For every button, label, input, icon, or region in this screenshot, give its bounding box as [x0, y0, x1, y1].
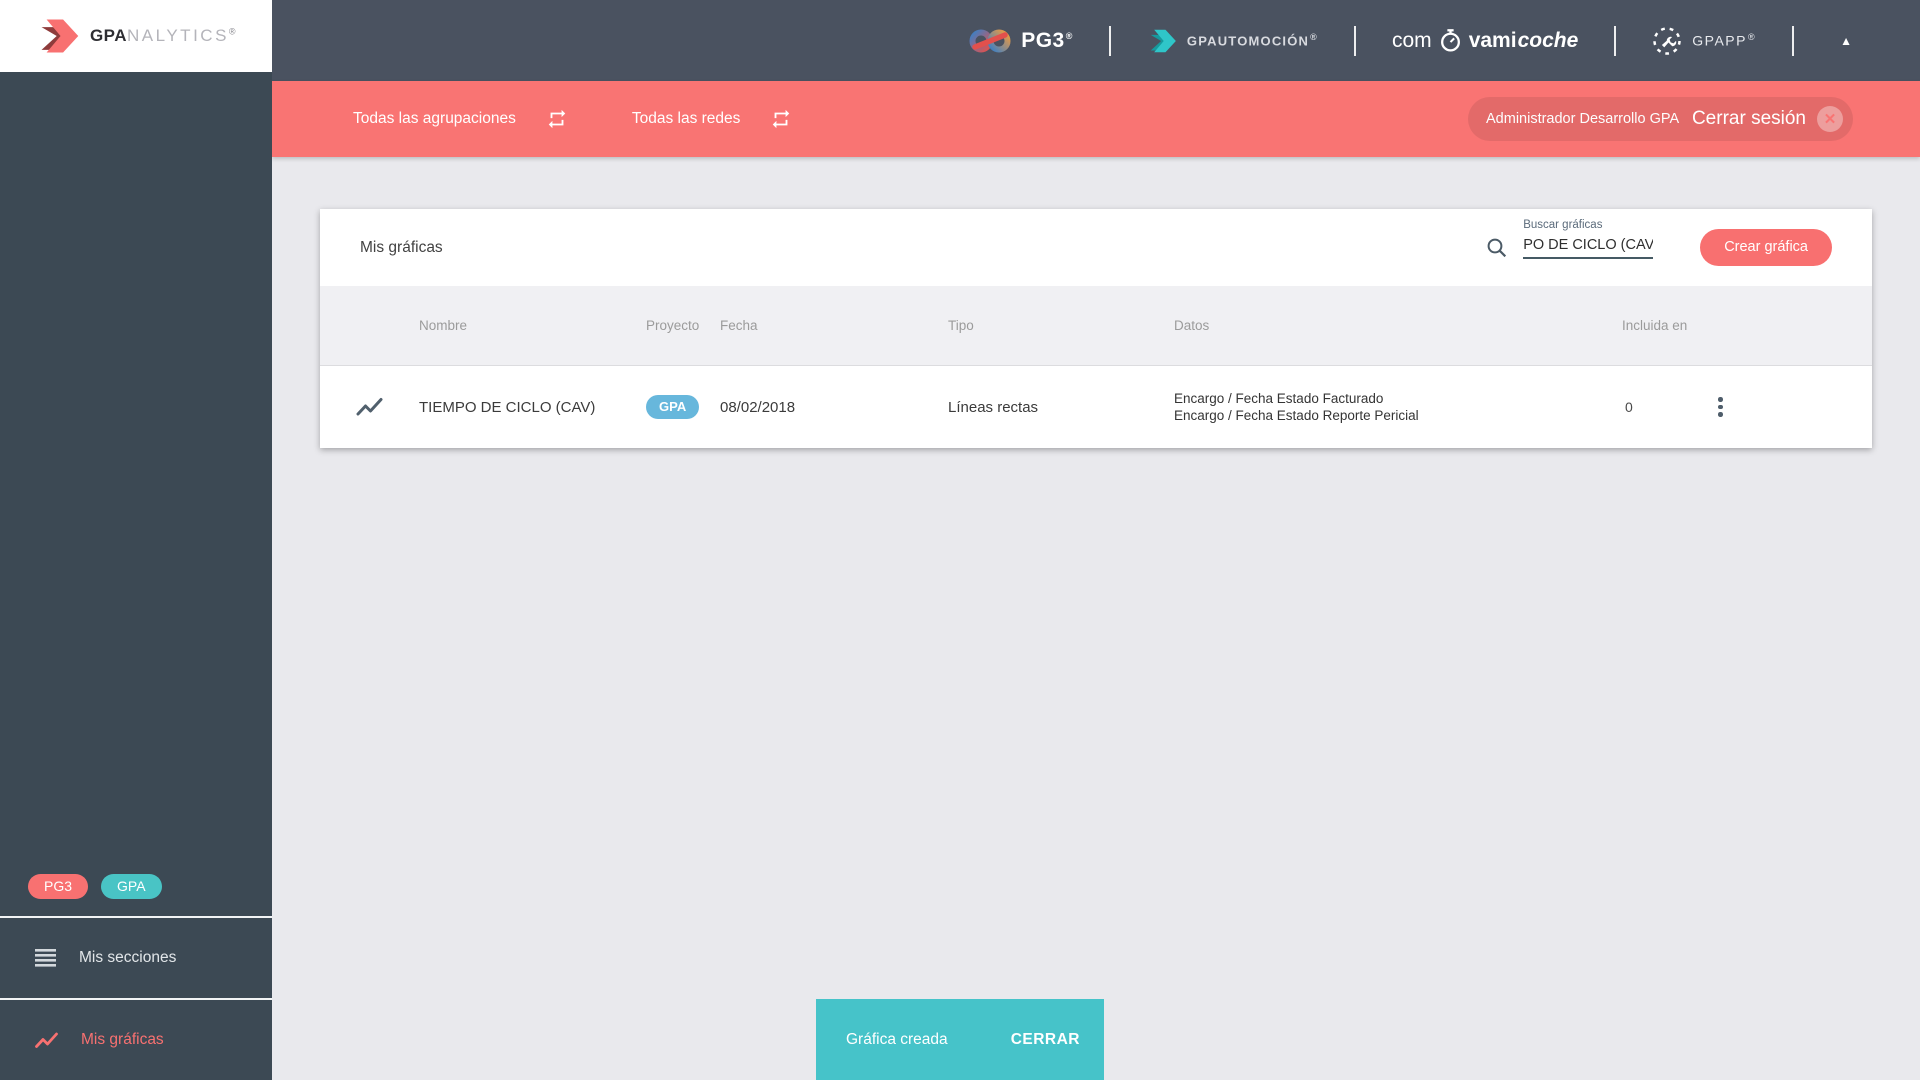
- gpanalytics-arrow-icon: [36, 17, 80, 55]
- comprovamicoche-italic: coche: [1517, 28, 1579, 52]
- collapse-header-button[interactable]: ▲: [1830, 28, 1862, 54]
- brand-gpapp[interactable]: GPAPP®: [1652, 26, 1756, 56]
- brand-comprovamicoche[interactable]: com vami coche: [1392, 28, 1578, 53]
- toast-message: Gráfica creada: [846, 1030, 948, 1048]
- filter-groupings-label: Todas las agrupaciones: [353, 110, 516, 127]
- swap-groupings-icon: [546, 108, 568, 130]
- project-badge: GPA: [646, 395, 700, 419]
- search-input-label: Buscar gráficas: [1523, 219, 1603, 231]
- sidebar-badges: PG3 GPA: [0, 874, 272, 916]
- gpanalytics-wordmark: GPANALYTICS®: [89, 26, 237, 45]
- sidebar: PG3 GPA Mis secciones Mis gráficas: [0, 72, 272, 1080]
- column-header-fecha: Fecha: [720, 318, 758, 333]
- row-nombre: TIEMPO DE CICLO (CAV): [419, 398, 596, 416]
- my-charts-card: Mis gráficas Buscar gráficas PO DE CICLO…: [320, 209, 1872, 448]
- card-header: Mis gráficas Buscar gráficas PO DE CICLO…: [320, 209, 1872, 286]
- page-title: Mis gráficas: [360, 238, 443, 256]
- search-icon: [1486, 237, 1508, 259]
- user-session-pill: Administrador Desarrollo GPA Cerrar sesi…: [1468, 97, 1853, 141]
- pg3-infinity-icon: [969, 26, 1011, 56]
- comprovamicoche-pre: com: [1392, 28, 1432, 52]
- row-datos-line: Encargo / Fecha Estado Reporte Pericial: [1174, 408, 1419, 423]
- search-area: Buscar gráficas PO DE CICLO (CAV) Crear …: [1486, 219, 1832, 266]
- pg3-label: PG3®: [1021, 28, 1073, 52]
- top-header: PG3® GPAUTOMOCIÓN® com vami coche GPAPP®…: [0, 0, 1920, 81]
- gpanalytics-logo[interactable]: GPANALYTICS®: [0, 0, 272, 72]
- user-name: Administrador Desarrollo GPA: [1486, 111, 1680, 127]
- row-actions-kebab-icon[interactable]: [1712, 391, 1729, 423]
- sidebar-item-label: Mis gráficas: [81, 1031, 164, 1048]
- comprovamicoche-bold: vami: [1468, 28, 1517, 52]
- filter-groupings[interactable]: Todas las agrupaciones: [353, 108, 568, 130]
- logout-close-icon: ✕: [1817, 106, 1843, 132]
- gpapp-label: GPAPP®: [1692, 32, 1757, 49]
- search-input-value: PO DE CICLO (CAV): [1523, 236, 1654, 253]
- logout-button[interactable]: Cerrar sesión ✕: [1692, 106, 1843, 132]
- row-fecha: 08/02/2018: [720, 398, 796, 416]
- line-chart-icon: [35, 1032, 58, 1049]
- row-proyecto: GPA: [646, 395, 720, 419]
- brand-pg3[interactable]: PG3®: [969, 26, 1073, 56]
- row-incluida-en: 0: [1625, 399, 1633, 415]
- sidebar-item-mis-secciones[interactable]: Mis secciones: [0, 918, 272, 998]
- table-row[interactable]: TIEMPO DE CICLO (CAV) GPA 08/02/2018 Lín…: [320, 366, 1872, 448]
- filter-networks-label: Todas las redes: [631, 110, 741, 127]
- gpautomocion-label: GPAUTOMOCIÓN®: [1186, 32, 1318, 49]
- column-header-tipo: Tipo: [948, 318, 974, 333]
- logout-label: Cerrar sesión: [1691, 108, 1806, 129]
- sidebar-badge-gpa[interactable]: GPA: [101, 874, 162, 899]
- filter-bar: Todas las agrupaciones Todas las redes A…: [272, 81, 1920, 157]
- brand-cluster: PG3® GPAUTOMOCIÓN® com vami coche GPAPP®…: [969, 0, 1862, 81]
- brand-gpautomocion[interactable]: GPAUTOMOCIÓN®: [1147, 28, 1318, 54]
- gpapp-wrench-icon: [1652, 26, 1682, 56]
- header-divider: [1354, 25, 1356, 56]
- column-header-proyecto: Proyecto: [646, 318, 700, 333]
- row-datos: Encargo / Fecha Estado Facturado Encargo…: [1174, 390, 1622, 424]
- filter-networks[interactable]: Todas las redes: [632, 108, 793, 130]
- toast-close-button[interactable]: CERRAR: [1001, 1023, 1090, 1057]
- create-chart-button[interactable]: Crear gráfica: [1700, 229, 1832, 266]
- column-header-incluida: Incluida en: [1622, 318, 1688, 333]
- gpautomocion-arrow-icon: [1147, 28, 1177, 54]
- sidebar-item-mis-graficas[interactable]: Mis gráficas: [0, 1000, 272, 1080]
- sidebar-badge-pg3[interactable]: PG3: [28, 874, 89, 899]
- stopwatch-icon: [1438, 28, 1463, 53]
- snackbar-toast: Gráfica creada CERRAR: [816, 999, 1104, 1080]
- column-header-datos: Datos: [1174, 318, 1210, 333]
- header-divider: [1614, 25, 1617, 56]
- table-header-row: Nombre Proyecto Fecha Tipo Datos Incluid…: [320, 286, 1872, 366]
- swap-networks-icon: [770, 108, 792, 130]
- header-divider: [1108, 25, 1111, 56]
- row-datos-line: Encargo / Fecha Estado Facturado: [1174, 391, 1384, 406]
- sidebar-item-label: Mis secciones: [79, 949, 177, 966]
- column-header-nombre: Nombre: [419, 318, 468, 333]
- row-tipo: Líneas rectas: [948, 398, 1039, 416]
- header-divider: [1792, 25, 1795, 56]
- search-input[interactable]: Buscar gráficas PO DE CICLO (CAV): [1523, 219, 1654, 259]
- sections-list-icon: [35, 949, 56, 967]
- row-chart-type-icon: [320, 397, 419, 417]
